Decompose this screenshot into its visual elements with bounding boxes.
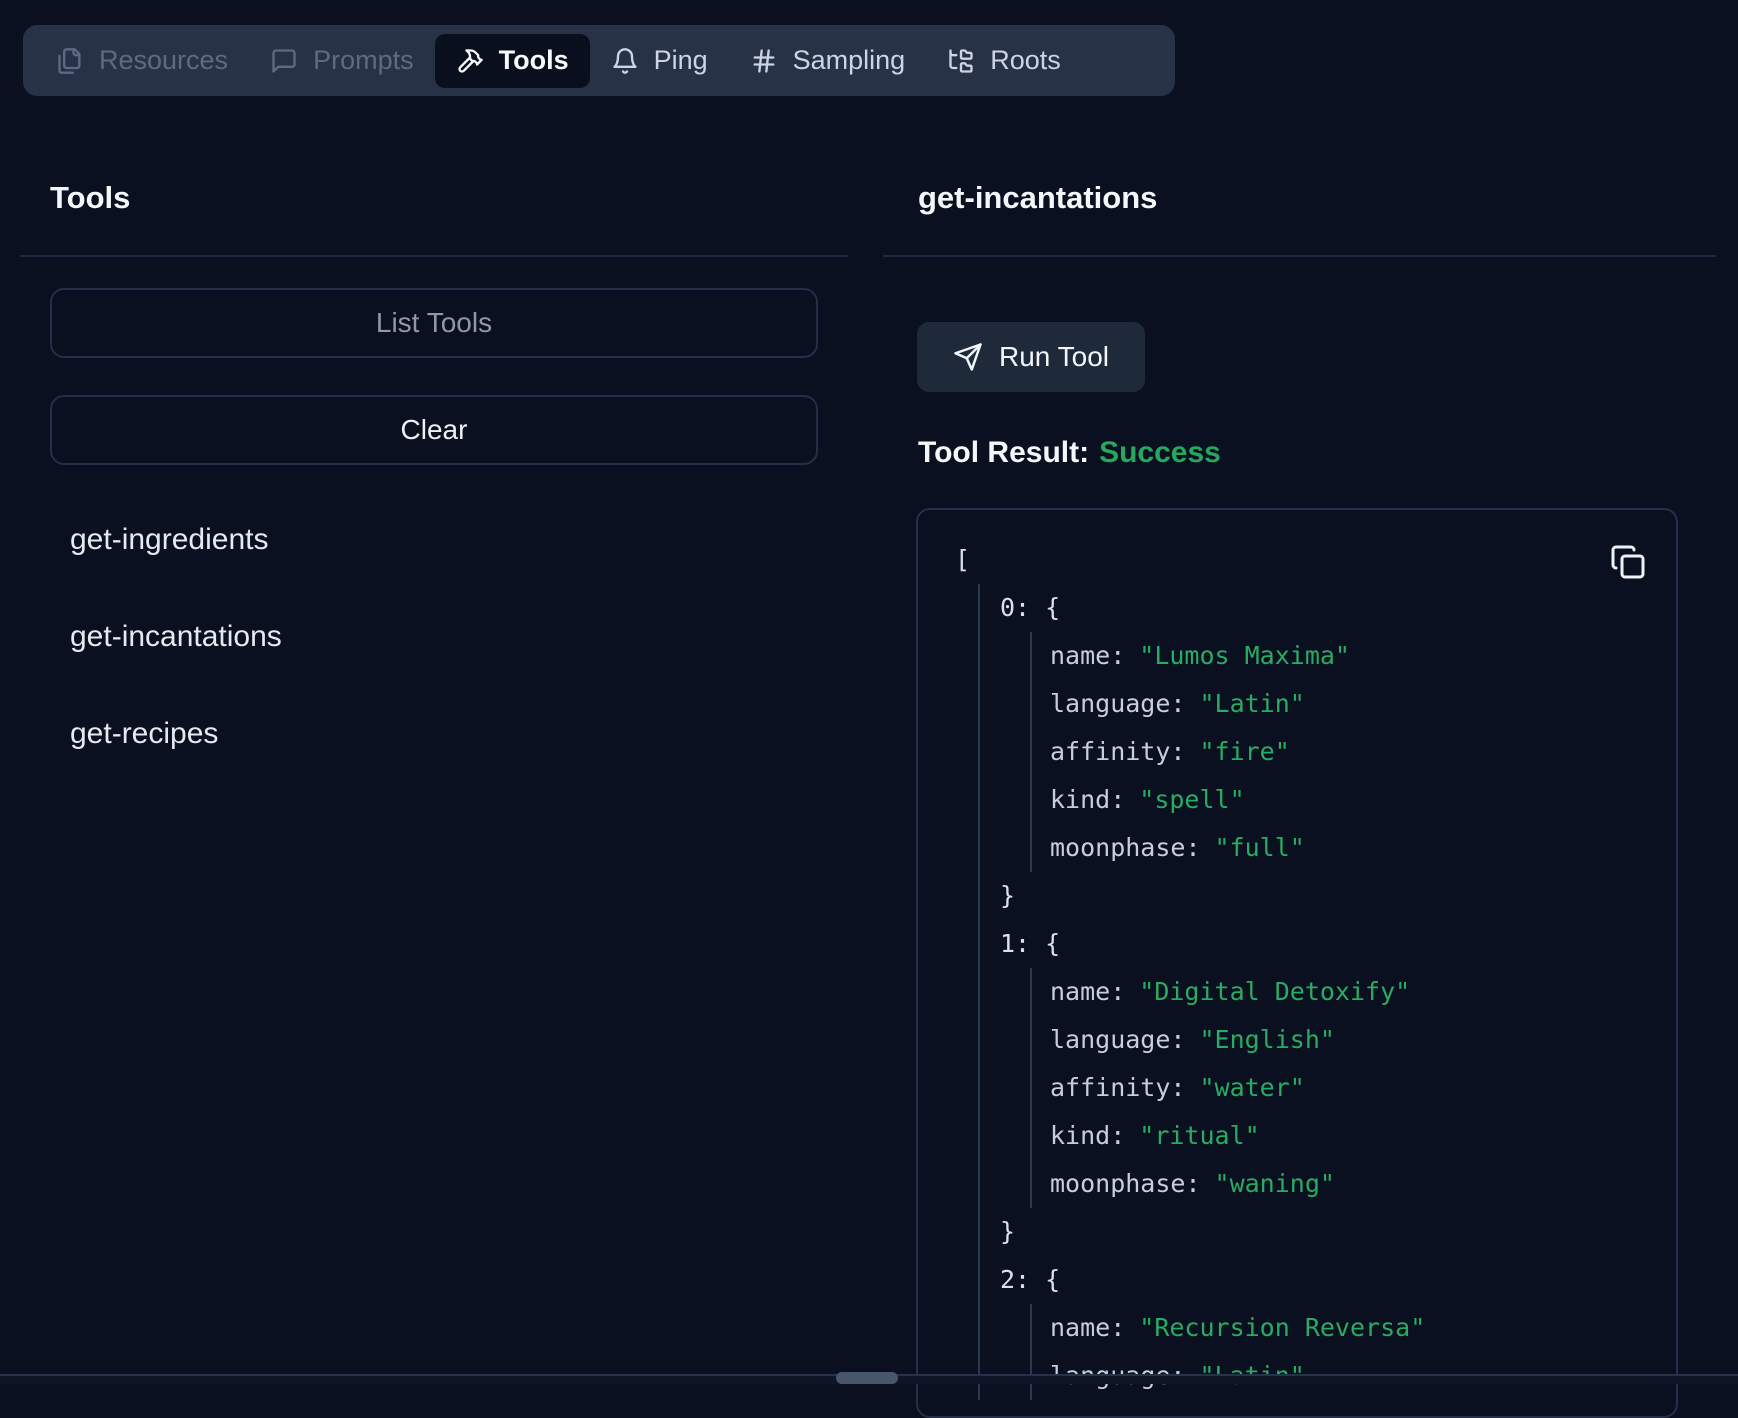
tab-label: Roots: [990, 45, 1061, 76]
tools-panel-title: Tools: [50, 180, 130, 216]
detail-panel-divider: [883, 255, 1716, 257]
tab-label: Sampling: [793, 45, 906, 76]
tool-list-item[interactable]: get-incantations: [70, 620, 282, 654]
tool-list-item[interactable]: get-ingredients: [70, 523, 268, 557]
json-indent-level-2: name:"Recursion Reversa" language:"Latin…: [1030, 1304, 1676, 1400]
selected-tool-title: get-incantations: [918, 180, 1157, 216]
copy-icon: [1610, 544, 1646, 580]
json-line: kind:"spell": [1050, 776, 1676, 824]
json-line: kind:"ritual": [1050, 1112, 1676, 1160]
tab-sampling[interactable]: Sampling: [729, 34, 927, 88]
files-icon: [56, 47, 84, 75]
tab-roots[interactable]: Roots: [926, 34, 1082, 88]
hash-icon: [750, 47, 778, 75]
bell-icon: [611, 47, 639, 75]
hammer-icon: [456, 47, 484, 75]
tab-tools[interactable]: Tools: [435, 34, 590, 88]
copy-button[interactable]: [1610, 544, 1646, 580]
json-code: [ 0: { name:"Lumos Maxima" language:"Lat…: [918, 510, 1676, 1400]
json-indent-level-2: name:"Digital Detoxify" language:"Englis…: [1030, 968, 1676, 1208]
json-line: language:"Latin": [1050, 680, 1676, 728]
tool-result-status: Success: [1099, 436, 1221, 469]
send-icon: [953, 342, 983, 372]
message-square-icon: [270, 47, 298, 75]
list-tools-button[interactable]: List Tools: [50, 288, 818, 358]
tool-list-item[interactable]: get-recipes: [70, 717, 218, 751]
run-tool-button[interactable]: Run Tool: [917, 322, 1145, 392]
tab-label: Ping: [654, 45, 708, 76]
json-line: affinity:"fire": [1050, 728, 1676, 776]
top-tab-bar: Resources Prompts Tools Ping Sampling Ro…: [23, 25, 1175, 96]
tab-resources[interactable]: Resources: [35, 34, 249, 88]
tools-panel-divider: [20, 255, 848, 257]
json-indent-level-2: name:"Lumos Maxima" language:"Latin" aff…: [1030, 632, 1676, 872]
json-line: name:"Lumos Maxima": [1050, 632, 1676, 680]
tab-label: Prompts: [313, 45, 414, 76]
json-result-viewer: [ 0: { name:"Lumos Maxima" language:"Lat…: [916, 508, 1678, 1418]
json-line: 2: {: [1000, 1256, 1676, 1304]
json-line: [: [955, 536, 1676, 584]
tab-ping[interactable]: Ping: [590, 34, 729, 88]
json-line: 0: {: [1000, 584, 1676, 632]
json-line: name:"Digital Detoxify": [1050, 968, 1676, 1016]
run-tool-label: Run Tool: [999, 341, 1109, 373]
json-line: }: [1000, 872, 1676, 920]
json-line: moonphase:"waning": [1050, 1160, 1676, 1208]
clear-button[interactable]: Clear: [50, 395, 818, 465]
folder-tree-icon: [947, 47, 975, 75]
tab-label: Resources: [99, 45, 228, 76]
tool-result-line: Tool Result: Success: [918, 436, 1221, 470]
json-indent-level-1: 0: { name:"Lumos Maxima" language:"Latin…: [978, 584, 1676, 1400]
json-line: moonphase:"full": [1050, 824, 1676, 872]
json-line: }: [1000, 1208, 1676, 1256]
tab-label: Tools: [499, 45, 569, 76]
horizontal-scrollbar-thumb[interactable]: [836, 1372, 898, 1384]
tab-prompts[interactable]: Prompts: [249, 34, 435, 88]
json-line: name:"Recursion Reversa": [1050, 1304, 1676, 1352]
json-line: language:"English": [1050, 1016, 1676, 1064]
json-line: 1: {: [1000, 920, 1676, 968]
json-line: affinity:"water": [1050, 1064, 1676, 1112]
tool-result-label: Tool Result:: [918, 436, 1089, 469]
